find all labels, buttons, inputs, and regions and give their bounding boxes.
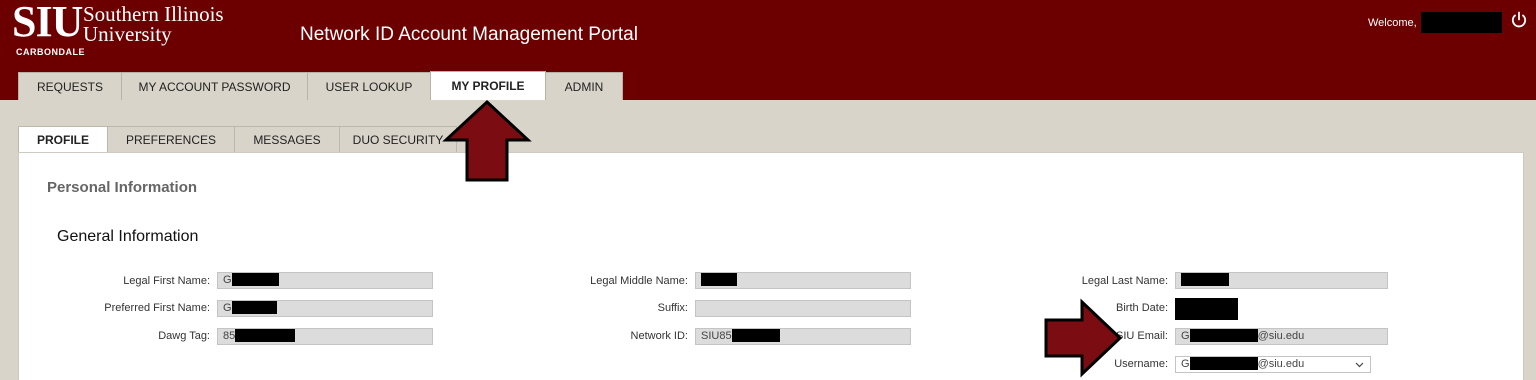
network-id-label: Network ID: bbox=[630, 330, 688, 342]
tab-requests[interactable]: REQUESTS bbox=[18, 72, 122, 100]
preferred-first-name-field[interactable]: G bbox=[217, 300, 433, 317]
network-id-value: SIU85 bbox=[701, 330, 732, 342]
redacted-value bbox=[231, 301, 277, 315]
birth-date-field[interactable] bbox=[1175, 298, 1238, 320]
dawg-tag-field[interactable]: 85 bbox=[217, 328, 433, 345]
subtab-messages[interactable]: MESSAGES bbox=[234, 126, 340, 152]
power-icon[interactable] bbox=[1510, 11, 1528, 29]
preferred-first-name-value: G bbox=[223, 302, 232, 314]
suffix-field[interactable] bbox=[695, 300, 911, 317]
logo-name-line1: Southern Illinois bbox=[83, 2, 224, 26]
redacted-value bbox=[235, 329, 296, 343]
preferred-first-name-label: Preferred First Name: bbox=[104, 302, 210, 314]
username-value-suffix: @siu.edu bbox=[1257, 358, 1305, 370]
site-header: SIU Southern Illinois University CARBOND… bbox=[0, 0, 1536, 100]
tab-my-account-password[interactable]: MY ACCOUNT PASSWORD bbox=[121, 72, 308, 100]
section-title: Personal Information bbox=[47, 179, 198, 196]
subtab-profile[interactable]: PROFILE bbox=[18, 126, 108, 153]
subtab-preferences[interactable]: PREFERENCES bbox=[107, 126, 235, 152]
redacted-value bbox=[731, 329, 780, 343]
username-select[interactable]: G @siu.edu bbox=[1175, 356, 1371, 373]
annotation-arrow-right-icon bbox=[1044, 298, 1123, 378]
dawg-tag-value: 85 bbox=[223, 330, 236, 342]
chevron-down-icon bbox=[1355, 362, 1364, 368]
legal-last-name-label: Legal Last Name: bbox=[1081, 275, 1168, 287]
logo-mark[interactable]: SIU bbox=[12, 0, 83, 44]
redacted-value bbox=[231, 273, 279, 287]
redacted-value bbox=[1189, 329, 1258, 343]
siu-email-field[interactable]: G @siu.edu bbox=[1175, 328, 1388, 345]
tab-admin[interactable]: ADMIN bbox=[545, 72, 623, 100]
redacted-value bbox=[1181, 273, 1229, 287]
legal-middle-name-field[interactable] bbox=[695, 272, 911, 289]
redacted-value bbox=[701, 273, 737, 287]
legal-last-name-field[interactable] bbox=[1175, 272, 1388, 289]
page-title: Network ID Account Management Portal bbox=[300, 24, 638, 45]
legal-middle-name-label: Legal Middle Name: bbox=[590, 275, 688, 287]
siu-email-value-suffix: @siu.edu bbox=[1257, 330, 1305, 342]
legal-first-name-field[interactable]: G bbox=[217, 272, 433, 289]
siu-email-value-prefix: G bbox=[1181, 330, 1190, 342]
welcome-text: Welcome, bbox=[1368, 17, 1417, 29]
profile-panel bbox=[18, 152, 1524, 380]
subsection-title: General Information bbox=[57, 228, 199, 245]
redacted-username bbox=[1421, 12, 1502, 33]
tab-user-lookup[interactable]: USER LOOKUP bbox=[307, 72, 431, 100]
logo-name-line2: University bbox=[83, 22, 172, 46]
annotation-arrow-up-icon bbox=[442, 99, 532, 182]
legal-first-name-label: Legal First Name: bbox=[123, 275, 210, 287]
legal-first-name-value: G bbox=[223, 274, 232, 286]
logo-campus: CARBONDALE bbox=[16, 47, 85, 57]
logo-name[interactable]: Southern Illinois University bbox=[83, 2, 224, 46]
dawg-tag-label: Dawg Tag: bbox=[158, 330, 210, 342]
suffix-label: Suffix: bbox=[657, 302, 688, 314]
username-value-prefix: G bbox=[1181, 358, 1190, 370]
redacted-value bbox=[1189, 357, 1258, 371]
network-id-field[interactable]: SIU85 bbox=[695, 328, 911, 345]
